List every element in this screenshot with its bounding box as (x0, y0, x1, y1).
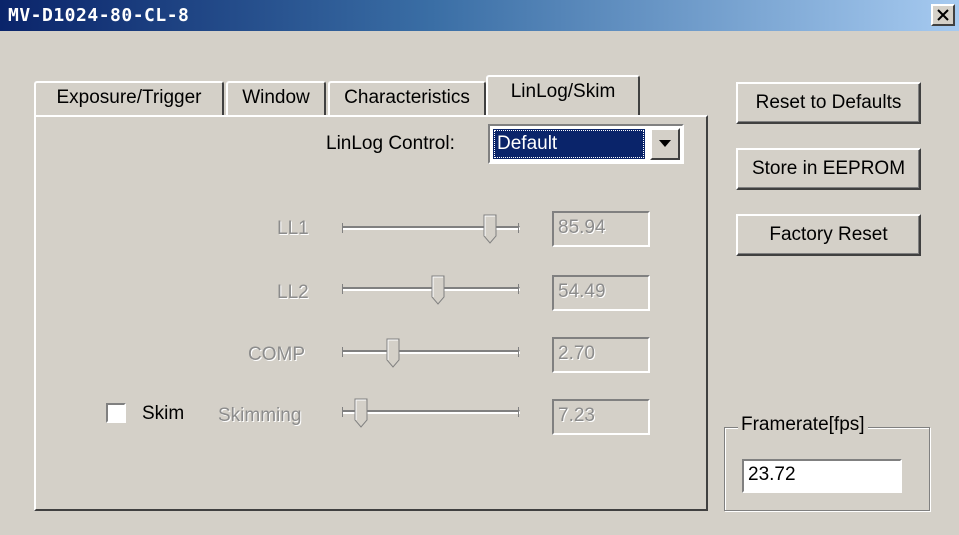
slider-track (342, 410, 520, 414)
slider-tick (342, 347, 343, 357)
skim-checkbox[interactable] (106, 403, 126, 423)
slider-tick (518, 407, 519, 417)
tab-panel-linlog-skim (34, 115, 708, 511)
ll1-slider[interactable] (342, 214, 520, 244)
close-button[interactable] (931, 4, 955, 26)
title-bar[interactable]: MV-D1024-80-CL-8 (0, 0, 959, 31)
factory-reset-button[interactable]: Factory Reset (736, 214, 921, 256)
tab-linlog-skim[interactable]: LinLog/Skim (486, 75, 640, 115)
tab-label: Exposure/Trigger (56, 87, 202, 108)
framerate-field[interactable]: 23.72 (742, 459, 902, 493)
slider-tick (518, 284, 519, 294)
dialog-window: MV-D1024-80-CL-8 Exposure/Trigger Window… (0, 0, 959, 535)
reset-to-defaults-button[interactable]: Reset to Defaults (736, 82, 921, 124)
slider-thumb[interactable] (483, 214, 497, 244)
ll2-label: LL2 (277, 282, 309, 303)
linlog-control-value: Default (493, 129, 645, 159)
skimming-slider[interactable] (342, 398, 520, 428)
slider-tick (342, 407, 343, 417)
skimming-value-field[interactable]: 7.23 (552, 399, 650, 435)
comp-label: COMP (248, 344, 305, 365)
tab-window[interactable]: Window (226, 81, 326, 115)
tab-label: LinLog/Skim (510, 81, 616, 102)
slider-thumb[interactable] (354, 398, 368, 428)
skimming-label: Skimming (218, 405, 302, 426)
ll1-value-field[interactable]: 85.94 (552, 211, 650, 247)
framerate-label: Framerate[fps] (738, 414, 868, 436)
tab-exposure-trigger[interactable]: Exposure/Trigger (34, 81, 224, 115)
slider-tick (342, 284, 343, 294)
ll2-value-field[interactable]: 54.49 (552, 275, 650, 311)
dropdown-button[interactable] (650, 128, 680, 160)
skim-label: Skim (142, 403, 185, 424)
tab-label: Window (242, 87, 310, 108)
ll2-slider[interactable] (342, 275, 520, 305)
linlog-control-select[interactable]: Default (488, 124, 684, 164)
slider-track (342, 350, 520, 354)
slider-thumb[interactable] (386, 338, 400, 368)
slider-thumb[interactable] (431, 275, 445, 305)
comp-slider[interactable] (342, 338, 520, 368)
chevron-down-icon (659, 140, 671, 147)
tab-characteristics[interactable]: Characteristics (328, 81, 486, 115)
comp-value-field[interactable]: 2.70 (552, 337, 650, 373)
tab-label: Characteristics (344, 87, 470, 108)
slider-tick (342, 223, 343, 233)
slider-tick (518, 223, 519, 233)
window-title: MV-D1024-80-CL-8 (8, 5, 190, 26)
ll1-label: LL1 (277, 218, 309, 239)
close-icon (937, 9, 949, 21)
store-in-eeprom-button[interactable]: Store in EEPROM (736, 148, 921, 190)
linlog-control-label: LinLog Control: (326, 133, 455, 154)
slider-tick (518, 347, 519, 357)
